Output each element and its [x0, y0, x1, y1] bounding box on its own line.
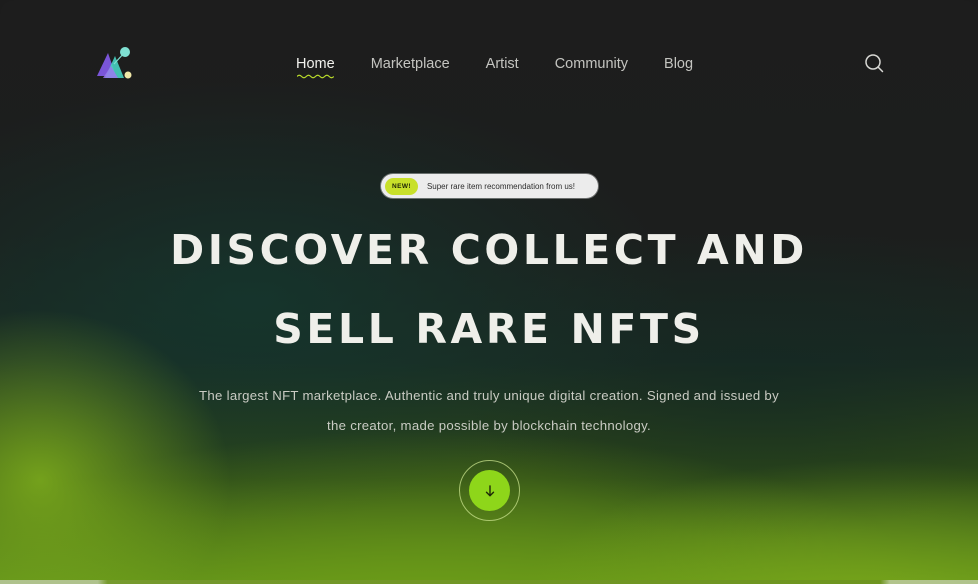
nav-item-label: Blog: [664, 56, 694, 72]
arrow-down-icon: [485, 484, 494, 497]
hero-section: Home Marketplace Artist Community Blog N…: [0, 0, 978, 584]
nav-item-label: Marketplace: [370, 56, 450, 72]
nav-item-community[interactable]: Community: [555, 56, 628, 72]
hero-headline-line1: DISCOVER COLLECT AND: [170, 226, 808, 274]
triangles-logo-icon[interactable]: [94, 44, 134, 84]
nav-item-label: Community: [554, 56, 629, 72]
search-icon[interactable]: [864, 53, 884, 73]
active-underline-icon: [297, 74, 334, 79]
nav-item-artist[interactable]: Artist: [486, 56, 519, 72]
new-tag: NEW!: [385, 177, 418, 195]
nav-item-marketplace[interactable]: Marketplace: [371, 56, 450, 72]
hero-headline-line2: SELL RARE NFTS: [273, 305, 705, 353]
scroll-down-button[interactable]: [459, 460, 520, 521]
nav-item-blog[interactable]: Blog: [664, 56, 693, 72]
hero-subtitle-line2: the creator, made possible by blockchain…: [327, 418, 651, 433]
hero-subtitle-line1: The largest NFT marketplace. Authentic a…: [199, 388, 779, 403]
scroll-down-button-inner: [469, 470, 510, 511]
nav-item-label: Home: [296, 56, 335, 72]
badge-text: Super rare item recommendation from us!: [426, 181, 575, 191]
bottom-edge: [0, 580, 978, 584]
nav-item-label: Artist: [485, 56, 519, 72]
nav-item-home[interactable]: Home: [296, 56, 335, 79]
announcement-badge[interactable]: NEW! Super rare item recommendation from…: [381, 174, 598, 198]
main-nav: Home Marketplace Artist Community Blog: [296, 54, 729, 79]
